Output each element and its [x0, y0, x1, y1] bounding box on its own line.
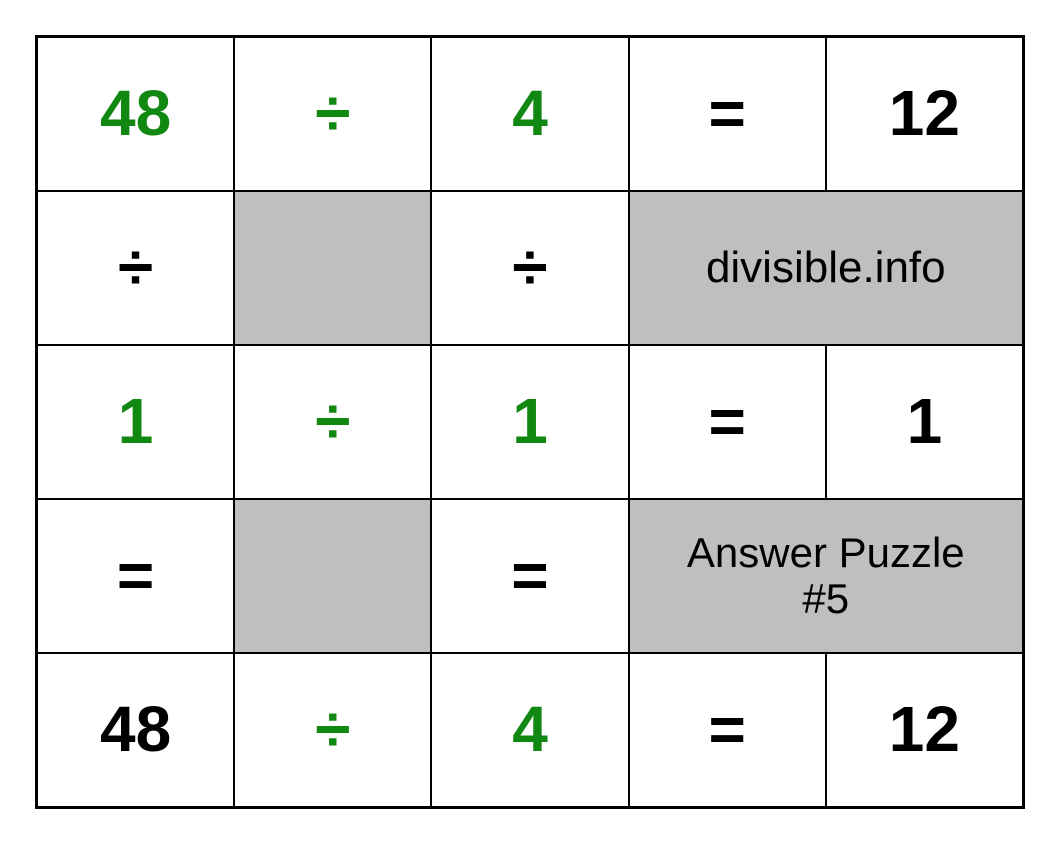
cell-r4c2-blank	[234, 499, 431, 653]
cell-r2c1-divide: ÷	[37, 191, 234, 345]
cell-r3c3: 1	[431, 345, 628, 499]
cell-r1c2-divide: ÷	[234, 37, 431, 191]
cell-r3c4-equals: =	[629, 345, 826, 499]
cell-r1c1: 48	[37, 37, 234, 191]
cell-r4c3-equals: =	[431, 499, 628, 653]
answer-label-line1: Answer Puzzle	[687, 530, 965, 576]
cell-r5c3: 4	[431, 653, 628, 807]
answer-label-line2: #5	[802, 576, 849, 622]
cell-r5c5: 12	[826, 653, 1023, 807]
cell-r5c1: 48	[37, 653, 234, 807]
cell-r1c3: 4	[431, 37, 628, 191]
cell-r3c1: 1	[37, 345, 234, 499]
cell-r2c2-blank	[234, 191, 431, 345]
cell-r3c2-divide: ÷	[234, 345, 431, 499]
cell-r5c4-equals: =	[629, 653, 826, 807]
cell-r4-info: Answer Puzzle #5	[629, 499, 1023, 653]
cell-r3c5: 1	[826, 345, 1023, 499]
cell-r1c4-equals: =	[629, 37, 826, 191]
cell-r4c1-equals: =	[37, 499, 234, 653]
cell-r1c5: 12	[826, 37, 1023, 191]
puzzle-grid: 48 ÷ 4 = 12 ÷ ÷ divisible.info 1 ÷ 1 = 1…	[35, 35, 1025, 809]
cell-r2-info: divisible.info	[629, 191, 1023, 345]
cell-r2c3-divide: ÷	[431, 191, 628, 345]
cell-r5c2-divide: ÷	[234, 653, 431, 807]
